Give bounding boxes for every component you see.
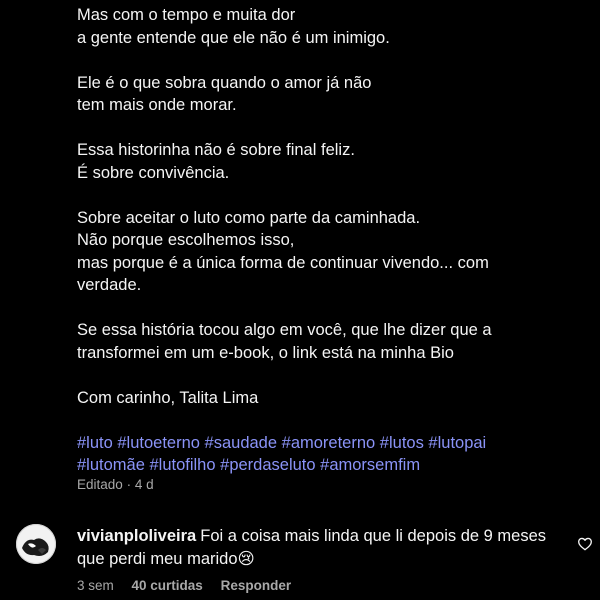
hashtag-link[interactable]: #amorsemfim [320,456,420,474]
hashtag-link[interactable]: #amoreterno [282,434,376,452]
comment-meta: 3 sem 40 curtidas Responder [77,578,305,593]
caption-line: É sobre convivência. [77,163,230,182]
hashtag-link[interactable]: #luto [77,434,113,452]
caption-line: transformei em um e-book, o link está na… [77,343,454,362]
hashtag-link[interactable]: #lutos [380,434,424,452]
avatar[interactable] [16,524,56,564]
caption-line: tem mais onde morar. [77,96,237,114]
edited-label: Editado [77,477,123,492]
hashtag-link[interactable]: #lutopai [428,434,486,452]
caption-line: Essa historinha não é sobre final feliz. [77,141,355,159]
hashtag-link[interactable]: #perdaseluto [220,456,315,474]
caption-line: Ele é o que sobra quando o amor já não [77,73,372,92]
crying-emoji: 😢 [237,549,255,568]
caption-line: Mas com o tempo e muita dor [77,6,296,24]
caption-signature: Com carinho, Talita Lima [77,388,259,407]
caption-line: verdade. [77,276,142,294]
caption-paragraph-3: Essa historinha não é sobre final feliz.… [77,139,577,184]
comment-username[interactable]: vivianploliveira [77,527,196,545]
post-caption: Mas com o tempo e muita dor a gente ente… [77,4,577,477]
reply-button[interactable]: Responder [221,578,292,593]
caption-paragraph-4: Sobre aceitar o luto como parte da camin… [77,207,577,297]
comment-time: 3 sem [77,578,114,593]
comment-item: vivianploliveira Foi a coisa mais linda q… [0,516,600,600]
caption-line: a gente entende que ele não é um inimigo… [77,28,390,47]
meta-separator: · [126,477,132,492]
caption-line: Sobre aceitar o luto como parte da camin… [77,208,421,227]
caption-paragraph-5: Se essa história tocou algo em você, que… [77,319,577,364]
hashtag-list: #luto #lutoeterno #saudade #amoreterno #… [77,432,577,477]
caption-time: 4 d [134,477,154,492]
hashtag-link[interactable]: #lutoeterno [117,434,200,452]
heart-outline-icon[interactable] [577,536,593,552]
caption-paragraph-2: Ele é o que sobra quando o amor já não t… [77,72,577,117]
caption-meta: Editado · 4 d [77,477,154,492]
hashtag-link[interactable]: #saudade [205,434,278,452]
caption-paragraph-6: Com carinho, Talita Lima [77,387,577,410]
hashtag-link[interactable]: #lutomãe [77,456,145,474]
caption-line: mas porque é a única forma de continuar … [77,253,489,272]
avatar-image [16,524,56,564]
comment-likes-count[interactable]: 40 curtidas [132,578,203,593]
caption-paragraph-1: Mas com o tempo e muita dor a gente ente… [77,4,577,49]
caption-line: Se essa história tocou algo em você, que… [77,321,492,339]
caption-line: Não porque escolhemos isso, [77,231,295,249]
hashtag-link[interactable]: #lutofilho [149,456,215,474]
comment-body: vivianploliveira Foi a coisa mais linda q… [77,525,547,570]
